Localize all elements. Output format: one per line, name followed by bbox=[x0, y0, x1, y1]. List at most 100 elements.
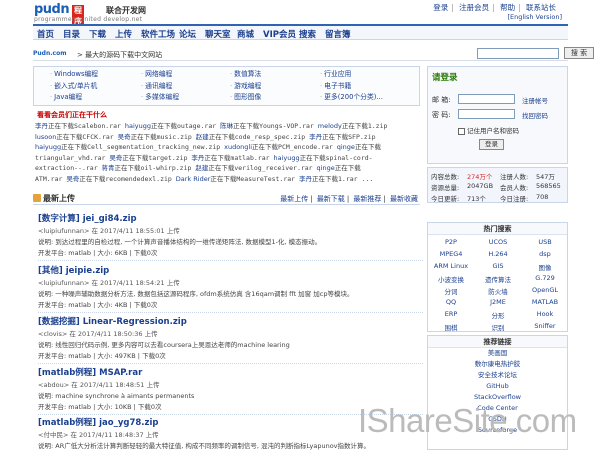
activity-file[interactable]: spinal-cord- bbox=[326, 154, 373, 162]
hot-search-item[interactable]: Sniffer bbox=[522, 322, 568, 330]
nav-catalog[interactable]: 目录 bbox=[63, 28, 80, 40]
hot-search-item[interactable]: 分词 bbox=[428, 286, 474, 296]
activity-file[interactable]: oil-whirp.zip bbox=[141, 164, 196, 172]
activity-user[interactable]: 李丹 bbox=[299, 175, 312, 183]
activity-user[interactable]: Dark Rider bbox=[176, 175, 211, 183]
category-item[interactable]: Java编程 bbox=[50, 92, 98, 104]
remember-me-checkbox[interactable]: 记住用户名和密码 bbox=[458, 125, 519, 135]
activity-file[interactable]: outage.rar bbox=[177, 122, 220, 130]
friend-link[interactable]: GitHub bbox=[428, 381, 567, 392]
category-item[interactable]: Windows编程 bbox=[50, 69, 98, 81]
nav-guestbook[interactable]: 留言簿 bbox=[325, 28, 351, 40]
category-item[interactable]: 多媒体编程 bbox=[141, 92, 179, 104]
password-field[interactable] bbox=[458, 109, 515, 119]
contact-link[interactable]: 联系站长 bbox=[526, 3, 556, 12]
entry-title[interactable]: [matlab例程] MSAP.rar bbox=[38, 366, 423, 378]
entry-title[interactable]: [数据挖掘] Linear-Regression.zip bbox=[38, 315, 423, 327]
nav-upload[interactable]: 上传 bbox=[115, 28, 132, 40]
nav-chat[interactable]: 聊天室 bbox=[205, 28, 231, 40]
tab-latest-upload[interactable]: 最新上传 bbox=[280, 195, 308, 203]
category-item[interactable]: 更多(200个分类)... bbox=[320, 92, 383, 104]
activity-user[interactable]: haiyugg bbox=[125, 122, 151, 130]
nav-home[interactable]: 首页 bbox=[37, 28, 54, 40]
category-item[interactable]: 行业应用 bbox=[320, 69, 383, 81]
login-button[interactable]: 登录 bbox=[479, 139, 504, 150]
english-version-link[interactable]: [English Version] bbox=[507, 13, 562, 21]
nav-software[interactable]: 软件工场 bbox=[141, 28, 175, 40]
tab-latest-favorite[interactable]: 最新收藏 bbox=[390, 195, 418, 203]
hot-search-item[interactable]: Hook bbox=[522, 310, 568, 318]
activity-file[interactable]: recomendedexl.zip bbox=[105, 175, 175, 183]
hot-search-item[interactable]: ARM Linux bbox=[428, 262, 474, 270]
category-item[interactable]: 游戏编程 bbox=[230, 81, 261, 93]
activity-user[interactable]: 陈琳 bbox=[220, 122, 233, 130]
entry-title[interactable]: [其他] jeipie.zip bbox=[38, 264, 423, 276]
hot-search-item[interactable]: P2P bbox=[428, 238, 474, 246]
hot-search-item[interactable]: MPEG4 bbox=[428, 250, 474, 258]
login-link[interactable]: 登录 bbox=[433, 3, 448, 12]
activity-user[interactable]: 吴奇 bbox=[109, 154, 122, 162]
hot-search-item[interactable]: 识别 bbox=[475, 322, 521, 332]
nav-download[interactable]: 下载 bbox=[89, 28, 106, 40]
hot-search-item[interactable]: 防火墙 bbox=[475, 286, 521, 296]
activity-file[interactable]: code_resp_spec.zip bbox=[235, 133, 309, 141]
activity-file[interactable]: Youngs-VOP.rar bbox=[259, 122, 318, 130]
category-item[interactable]: 图形图像 bbox=[230, 92, 261, 104]
hot-search-item[interactable]: 小波变换 bbox=[428, 274, 474, 284]
hot-search-item[interactable]: dsp bbox=[522, 250, 568, 258]
hot-search-item[interactable]: 图像 bbox=[522, 262, 568, 272]
hot-search-item[interactable]: 分形 bbox=[475, 310, 521, 320]
friend-link[interactable]: 美画国 bbox=[428, 348, 567, 359]
nav-search[interactable]: 搜索 bbox=[299, 28, 316, 40]
activity-user[interactable]: 赵建 bbox=[196, 133, 209, 141]
hot-search-item[interactable]: H.264 bbox=[475, 250, 521, 258]
activity-user[interactable]: 赵建 bbox=[195, 164, 208, 172]
activity-file[interactable]: Cell_segmentation_tracking_new.zip bbox=[87, 143, 224, 151]
nav-shop[interactable]: 商城 bbox=[237, 28, 254, 40]
hot-search-item[interactable]: ERP bbox=[428, 310, 474, 318]
friend-link[interactable]: 安全技术论坛 bbox=[428, 370, 567, 381]
activity-user[interactable]: lusoon bbox=[35, 133, 56, 141]
hot-search-item[interactable]: GIS bbox=[475, 262, 521, 270]
tab-latest-recommend[interactable]: 最新推荐 bbox=[353, 195, 381, 203]
activity-user[interactable]: 吴奇 bbox=[66, 175, 79, 183]
activity-user[interactable]: qinge bbox=[337, 143, 355, 151]
activity-user[interactable]: qinge bbox=[317, 164, 335, 172]
hot-search-item[interactable]: OpenGL bbox=[522, 286, 568, 294]
activity-user[interactable]: 李丹 bbox=[309, 133, 322, 141]
register-account-link[interactable]: 注册帐号 bbox=[522, 95, 548, 105]
hot-search-item[interactable]: MATLAB bbox=[522, 298, 568, 306]
activity-file[interactable]: SFP.zip bbox=[348, 133, 375, 141]
search-input[interactable] bbox=[477, 48, 559, 59]
activity-file[interactable]: ATM.rar bbox=[35, 175, 66, 183]
activity-file[interactable]: 1.rar bbox=[338, 175, 361, 183]
hot-search-item[interactable]: UCOS bbox=[475, 238, 521, 246]
hot-search-item[interactable]: J2ME bbox=[475, 298, 521, 306]
activity-file[interactable]: PCM_encode.rar bbox=[278, 143, 337, 151]
nav-forum[interactable]: 论坛 bbox=[179, 28, 196, 40]
hot-search-item[interactable]: QQ bbox=[428, 298, 474, 306]
activity-user[interactable]: xudongli bbox=[224, 143, 252, 151]
category-item[interactable]: 电子书籍 bbox=[320, 81, 383, 93]
hot-search-item[interactable]: 遗传算法 bbox=[475, 274, 521, 284]
tab-latest-download[interactable]: 最新下载 bbox=[317, 195, 345, 203]
activity-user[interactable]: melody bbox=[318, 122, 342, 130]
activity-file[interactable]: CFCK.rar bbox=[82, 133, 117, 141]
email-field[interactable] bbox=[458, 94, 515, 104]
register-link[interactable]: 注册会员 bbox=[459, 3, 489, 12]
category-item[interactable]: 嵌入式/单片机 bbox=[50, 81, 98, 93]
friend-link[interactable]: 敷尔康电热护胶 bbox=[428, 359, 567, 370]
activity-user[interactable]: 蒋青 bbox=[102, 164, 115, 172]
entry-title[interactable]: [数字计算] jei_gi84.zip bbox=[38, 212, 423, 224]
activity-file[interactable]: extraction--.rar bbox=[35, 164, 102, 172]
hot-search-item[interactable]: G.729 bbox=[522, 274, 568, 282]
category-item[interactable]: 网络编程 bbox=[141, 69, 179, 81]
nav-vip[interactable]: VIP会员 bbox=[263, 28, 296, 40]
activity-file[interactable]: verilog_receiver.rar bbox=[234, 164, 316, 172]
forgot-password-link[interactable]: 找回密码 bbox=[522, 110, 548, 120]
activity-user[interactable]: 李丹 bbox=[35, 122, 48, 130]
search-button[interactable]: 搜 索 bbox=[564, 47, 594, 59]
category-item[interactable]: 通讯编程 bbox=[141, 81, 179, 93]
activity-file[interactable]: 1.zip bbox=[368, 122, 388, 130]
hot-search-item[interactable]: USB bbox=[522, 238, 568, 246]
